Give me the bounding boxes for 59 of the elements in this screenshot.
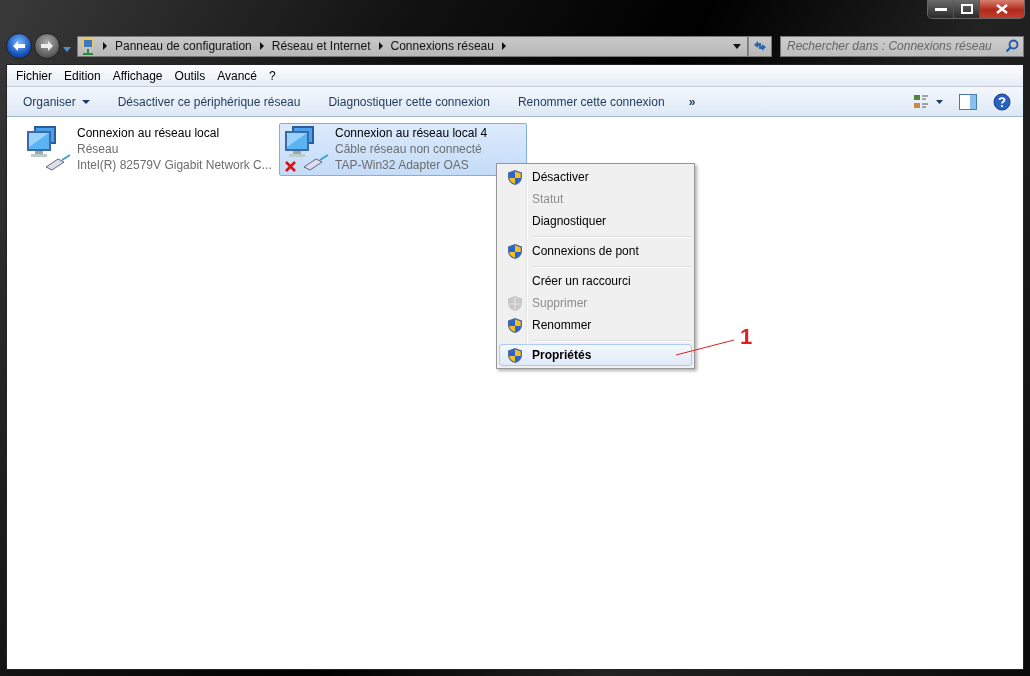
chevron-icon[interactable] — [259, 42, 264, 50]
menu-item[interactable]: Affichage — [106, 68, 169, 83]
network-connection-item[interactable]: Connexion au réseau local Réseau Intel(R) 82579V Gigabit Network C... — [21, 123, 269, 176]
shield-icon — [507, 316, 523, 334]
search-icon — [1005, 39, 1019, 53]
toolbar-button[interactable]: Diagnostiquer cette connexion — [318, 90, 500, 113]
error-x-icon — [285, 161, 296, 172]
toolbar-button[interactable]: Renommer cette connexion — [507, 90, 675, 113]
caret-icon — [81, 100, 90, 104]
shield-icon — [507, 294, 523, 312]
shield-icon — [507, 346, 523, 364]
minimize-icon — [933, 6, 948, 12]
menu-item[interactable]: Créer un raccourci — [499, 270, 692, 292]
back-button[interactable] — [6, 33, 32, 59]
menu-item[interactable]: Propriétés — [499, 344, 692, 366]
chevron-icon[interactable] — [501, 42, 506, 50]
refresh-icon — [752, 39, 768, 53]
breadcrumb[interactable]: Connexions réseau — [390, 39, 494, 53]
annotation-number: 1 — [740, 324, 753, 349]
menu-item[interactable]: Fichier — [10, 68, 58, 83]
view-options-icon — [913, 93, 943, 110]
menu-item[interactable]: Outils — [168, 68, 212, 83]
network-adapter-icon — [282, 125, 330, 173]
toolbar-button[interactable]: Désactiver ce périphérique réseau — [107, 90, 311, 113]
refresh-button[interactable] — [748, 35, 772, 57]
adapter-name: Intel(R) 82579V Gigabit Network C... — [77, 157, 272, 173]
help-icon — [993, 92, 1011, 111]
chevron-icon[interactable] — [103, 42, 107, 50]
leader-line — [675, 339, 735, 356]
maximize-button[interactable] — [954, 0, 980, 18]
caret-icon[interactable] — [733, 43, 741, 49]
forward-button[interactable] — [34, 33, 60, 59]
chevron-icon[interactable] — [378, 42, 383, 50]
left-arrow-icon — [12, 40, 26, 52]
close-icon — [996, 4, 1008, 14]
shield-icon — [507, 242, 523, 260]
menu-item[interactable]: ? — [263, 68, 282, 83]
adapter-name: TAP-Win32 Adapter OAS — [335, 157, 470, 173]
menu-item[interactable]: Avancé — [211, 68, 264, 83]
connection-name: Connexion au réseau local 4 — [335, 125, 488, 141]
network-connection-item[interactable]: Connexion au réseau local 4 Câble réseau non connecté TAP-Win32 Adapter OAS — [279, 123, 527, 176]
connection-status: Réseau — [77, 141, 120, 157]
network-adapter-icon — [24, 125, 72, 173]
address-bar[interactable]: Panneau de configuration Réseau et Internet Connexions réseau — [77, 35, 748, 57]
toolbar-button[interactable]: Organiser — [13, 90, 100, 113]
connection-name: Connexion au réseau local — [77, 125, 221, 141]
search-field[interactable]: Rechercher dans : Connexions réseau — [780, 35, 1024, 57]
shield-icon — [507, 168, 523, 186]
breadcrumb[interactable]: Réseau et Internet — [271, 39, 371, 53]
more-button[interactable]: » — [678, 90, 706, 113]
network-folder-icon — [81, 37, 97, 55]
connection-status: Câble réseau non connecté — [335, 141, 483, 157]
close-button[interactable] — [980, 0, 1024, 18]
right-arrow-icon — [40, 40, 54, 52]
breadcrumb[interactable]: Panneau de configuration — [115, 39, 252, 53]
minimize-button[interactable] — [928, 0, 954, 18]
maximize-icon — [960, 4, 973, 14]
menu-item[interactable]: Edition — [58, 68, 107, 83]
preview-pane-icon — [959, 93, 977, 110]
